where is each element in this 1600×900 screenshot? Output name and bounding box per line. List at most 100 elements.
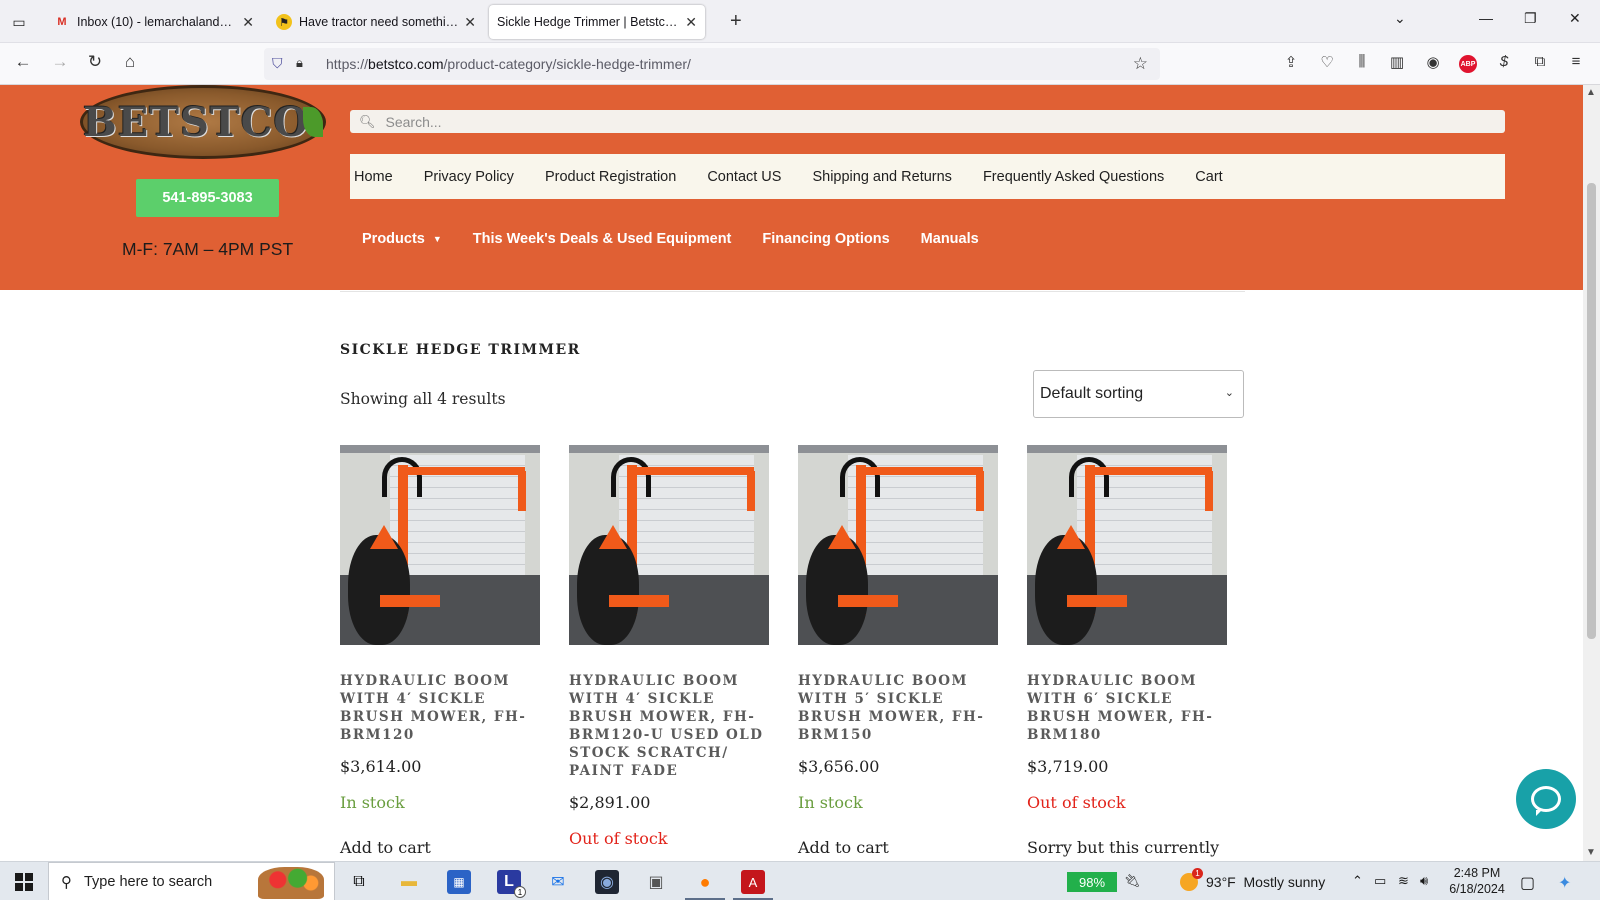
product-price: $3,719.00	[1027, 757, 1109, 776]
product-card[interactable]: Hydraulic Boom with 4′ Sickle Brush Mowe…	[569, 445, 769, 848]
battery-indicator[interactable]: 98%	[1067, 872, 1117, 892]
account-icon[interactable]: ◉	[1423, 53, 1443, 71]
system-clock[interactable]: 2:48 PM 6/18/2024	[1437, 865, 1517, 897]
windows-start-icon[interactable]	[15, 873, 33, 891]
scroll-down-icon[interactable]: ▼	[1586, 847, 1596, 858]
chevron-up-icon[interactable]: ⌃	[1352, 873, 1363, 889]
scroll-thumb[interactable]	[1587, 183, 1596, 639]
sort-select[interactable]: Default sorting ⌄	[1033, 370, 1244, 418]
tab-overflow-chevron-icon[interactable]: ⌄	[1394, 10, 1406, 27]
gmail-icon: M	[57, 16, 67, 28]
menu-item-privacy-policy[interactable]: Privacy Policy	[424, 169, 514, 185]
main-menu: Products ▼ This Week's Deals & Used Equip…	[362, 229, 1010, 249]
product-title[interactable]: Hydraulic Boom with 4′ Sickle Brush Mowe…	[569, 672, 769, 780]
url-text: https://betstco.com/product-category/sic…	[326, 56, 691, 72]
windows-taskbar: ⚲ Type here to search ⧉ ▬ ▦ L 1 ✉ ◉ ▣ ● …	[0, 861, 1600, 900]
copilot-icon[interactable]: ✦	[1558, 873, 1571, 893]
product-title[interactable]: Hydraulic Boom with 5′ Sickle Brush Mowe…	[798, 672, 998, 744]
notification-center-icon[interactable]: ▢	[1520, 873, 1535, 893]
new-tab-icon[interactable]: +	[730, 10, 742, 33]
product-card[interactable]: Hydraulic Boom with 5′ Sickle Brush Mowe…	[798, 445, 998, 857]
page-scrollbar[interactable]: ▲ ▼	[1583, 85, 1600, 861]
add-to-cart-button[interactable]: Add to cart	[798, 838, 998, 857]
menu-item-cart[interactable]: Cart	[1195, 169, 1222, 185]
extensions-icon[interactable]: ⧉	[1530, 53, 1550, 70]
menu-item-home[interactable]: Home	[354, 169, 393, 185]
search-icon: 🔍︎	[359, 113, 376, 129]
chevron-down-icon: ⌄	[1224, 387, 1234, 399]
product-price: $2,891.00	[569, 793, 651, 812]
weather-widget[interactable]: 1 93°F Mostly sunny	[1180, 868, 1325, 891]
shield-icon[interactable]: ⛉	[272, 55, 283, 72]
battery-tray-icon[interactable]: ▭	[1374, 873, 1386, 889]
sun-icon: 1	[1180, 868, 1203, 891]
lock-icon[interactable]: 🔒︎	[296, 55, 303, 71]
product-price: $3,614.00	[340, 757, 422, 776]
site-header: BETSTCO 541-895-3083 M-F: 7AM – 4PM PST …	[0, 85, 1583, 290]
tab-tractor[interactable]: ⚑ Have tractor need something fo ✕	[268, 5, 484, 39]
mail-icon[interactable]: ✉	[546, 870, 570, 894]
close-window-icon[interactable]: ✕	[1569, 10, 1581, 27]
pocket-icon[interactable]: ♡	[1317, 53, 1337, 71]
close-icon[interactable]: ✕	[464, 14, 476, 31]
product-image[interactable]	[1027, 445, 1227, 645]
menu-item-product-registration[interactable]: Product Registration	[545, 169, 676, 185]
taskbar-search[interactable]: ⚲ Type here to search	[48, 862, 335, 900]
camera-app-icon[interactable]: ◉	[595, 870, 619, 894]
photos-app-icon[interactable]: ▣	[644, 870, 668, 894]
product-image[interactable]	[798, 445, 998, 645]
task-view-icon[interactable]: ⧉	[347, 870, 371, 894]
browser-navbar: ← → ↻ ⌂ ⛉ 🔒︎ https://betstco.com/product…	[0, 43, 1600, 85]
divider	[340, 291, 1245, 292]
product-title[interactable]: Hydraulic Boom with 4′ Sickle Brush Mowe…	[340, 672, 540, 744]
menu-item-deals[interactable]: This Week's Deals & Used Equipment	[473, 231, 732, 247]
file-explorer-icon[interactable]: ▬	[397, 870, 421, 894]
forward-icon[interactable]: →	[48, 52, 72, 72]
url-bar[interactable]: ⛉ 🔒︎ https://betstco.com/product-categor…	[264, 48, 1160, 80]
search-highlight-image	[258, 867, 324, 899]
plug-icon[interactable]: 🔌︎	[1124, 873, 1141, 889]
volume-icon[interactable]: 🔊︎	[1420, 873, 1428, 889]
tab-gmail[interactable]: M Inbox (10) - lemarchaland@gm ✕	[46, 5, 262, 39]
product-title[interactable]: Hydraulic Boom with 6′ Sickle Brush Mowe…	[1027, 672, 1227, 744]
library-icon[interactable]: ⫼	[1352, 53, 1372, 70]
search-input[interactable]	[385, 113, 986, 130]
product-card[interactable]: Hydraulic Boom with 4′ Sickle Brush Mowe…	[340, 445, 540, 857]
close-icon[interactable]: ✕	[685, 14, 697, 31]
wifi-icon[interactable]: ≋	[1398, 873, 1409, 889]
tab-list-icon[interactable]: ▭	[8, 11, 30, 33]
acrobat-icon[interactable]: A	[741, 870, 765, 894]
close-icon[interactable]: ✕	[242, 14, 254, 31]
tab-sickle-hedge-trimmer[interactable]: Sickle Hedge Trimmer | Betstco Sale ✕	[489, 5, 705, 39]
adblock-icon[interactable]: ABP	[1459, 55, 1477, 73]
back-icon[interactable]: ←	[11, 52, 35, 72]
minimize-icon[interactable]: —	[1479, 10, 1493, 26]
menu-icon[interactable]: ≡	[1566, 53, 1586, 70]
product-card[interactable]: Hydraulic Boom with 6′ Sickle Brush Mowe…	[1027, 445, 1227, 857]
menu-item-shipping-returns[interactable]: Shipping and Returns	[812, 169, 951, 185]
restore-icon[interactable]: ❐	[1524, 10, 1537, 27]
top-menu: Home Privacy Policy Product Registration…	[350, 154, 1505, 199]
firefox-icon[interactable]: ●	[693, 870, 717, 894]
chat-widget-button[interactable]	[1516, 769, 1576, 829]
browser-tab-strip: ▭ M Inbox (10) - lemarchaland@gm ✕ ⚑ Hav…	[0, 0, 1600, 43]
scroll-up-icon[interactable]: ▲	[1586, 87, 1596, 98]
dollar-extension-icon[interactable]: $	[1494, 53, 1514, 70]
menu-item-contact-us[interactable]: Contact US	[707, 169, 781, 185]
store-icon[interactable]: ▦	[447, 870, 471, 894]
save-page-icon[interactable]: ⇪	[1281, 53, 1301, 71]
reload-icon[interactable]: ↻	[83, 52, 107, 72]
add-to-cart-button[interactable]: Add to cart	[340, 838, 540, 857]
site-search[interactable]: 🔍︎	[350, 110, 1505, 133]
sidebar-icon[interactable]: ▥	[1387, 53, 1407, 71]
menu-item-financing[interactable]: Financing Options	[762, 231, 889, 247]
menu-item-manuals[interactable]: Manuals	[921, 231, 979, 247]
bookmark-star-icon[interactable]: ☆	[1133, 54, 1148, 74]
product-image[interactable]	[340, 445, 540, 645]
site-logo[interactable]: BETSTCO	[80, 85, 326, 159]
phone-button[interactable]: 541-895-3083	[136, 179, 279, 217]
home-icon[interactable]: ⌂	[118, 52, 142, 72]
menu-item-products[interactable]: Products ▼	[362, 231, 442, 247]
product-image[interactable]	[569, 445, 769, 645]
menu-item-faq[interactable]: Frequently Asked Questions	[983, 169, 1164, 185]
